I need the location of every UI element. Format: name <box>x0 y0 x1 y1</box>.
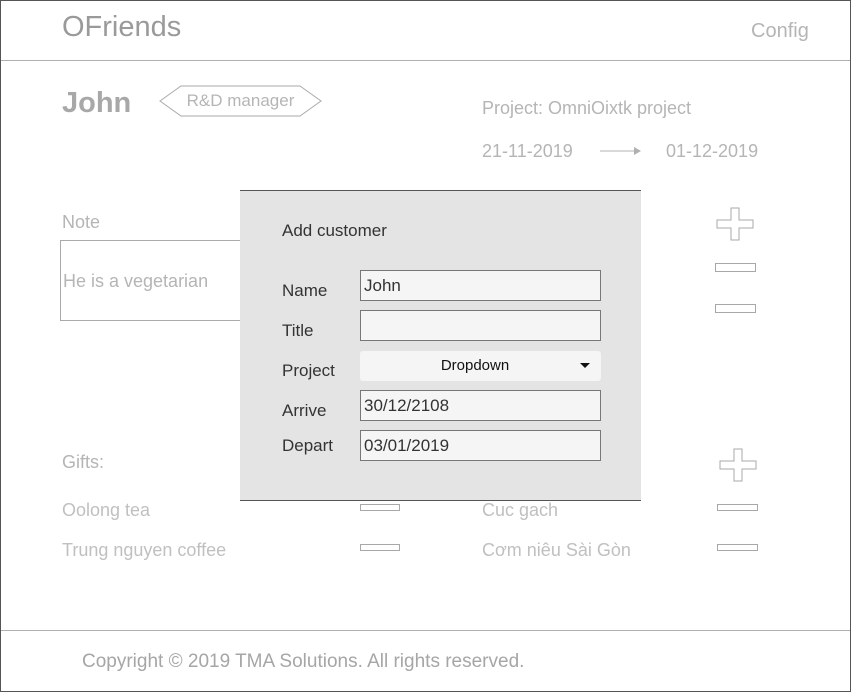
title-label: Title <box>282 321 314 340</box>
gift-item: Cơm niêu Sài Gòn <box>482 540 631 560</box>
header-divider <box>1 60 850 61</box>
profile-name: John <box>62 87 132 119</box>
remove-gift-button[interactable] <box>360 544 400 551</box>
arrive-label: Arrive <box>282 401 327 420</box>
config-link[interactable]: Config <box>751 20 809 43</box>
date-end: 01-12-2019 <box>666 141 759 161</box>
remove-note-button-2[interactable] <box>715 304 756 313</box>
depart-field[interactable]: 03/01/2019 <box>360 430 601 461</box>
name-label: Name <box>282 281 328 300</box>
add-gift-plus-icon[interactable] <box>719 448 757 482</box>
arrive-field[interactable]: 30/12/2108 <box>360 390 601 421</box>
remove-gift-button[interactable] <box>717 504 758 511</box>
chevron-down-icon <box>580 363 590 368</box>
dialog-title: Add customer <box>282 221 387 240</box>
project-label: Project: OmniOixtk project <box>482 98 692 118</box>
gift-item: Trung nguyen coffee <box>62 540 227 560</box>
app-title: OFriends <box>62 11 182 43</box>
gift-item: Oolong tea <box>62 500 151 520</box>
footer-divider <box>1 630 850 631</box>
project-dropdown-value: Dropdown <box>440 357 510 374</box>
project-dropdown[interactable]: Dropdown <box>360 351 601 381</box>
footer-copyright: Copyright © 2019 TMA Solutions. All righ… <box>82 651 525 672</box>
project-label-field: Project <box>282 361 335 380</box>
gifts-label: Gifts: <box>62 452 105 472</box>
note-label: Note <box>62 212 101 232</box>
add-note-plus-icon[interactable] <box>716 207 754 241</box>
role-badge-label: R&D manager <box>186 91 295 110</box>
date-start: 21-11-2019 <box>482 141 573 161</box>
remove-gift-button[interactable] <box>717 544 758 551</box>
name-field[interactable]: John <box>360 270 601 301</box>
title-field[interactable] <box>360 310 601 341</box>
remove-gift-button[interactable] <box>360 504 400 511</box>
depart-label: Depart <box>282 436 334 455</box>
note-text: He is a vegetarian <box>63 271 209 291</box>
arrow-right-icon <box>600 147 641 155</box>
remove-note-button-1[interactable] <box>715 263 756 272</box>
gift-item: Cuc gach <box>482 500 559 520</box>
